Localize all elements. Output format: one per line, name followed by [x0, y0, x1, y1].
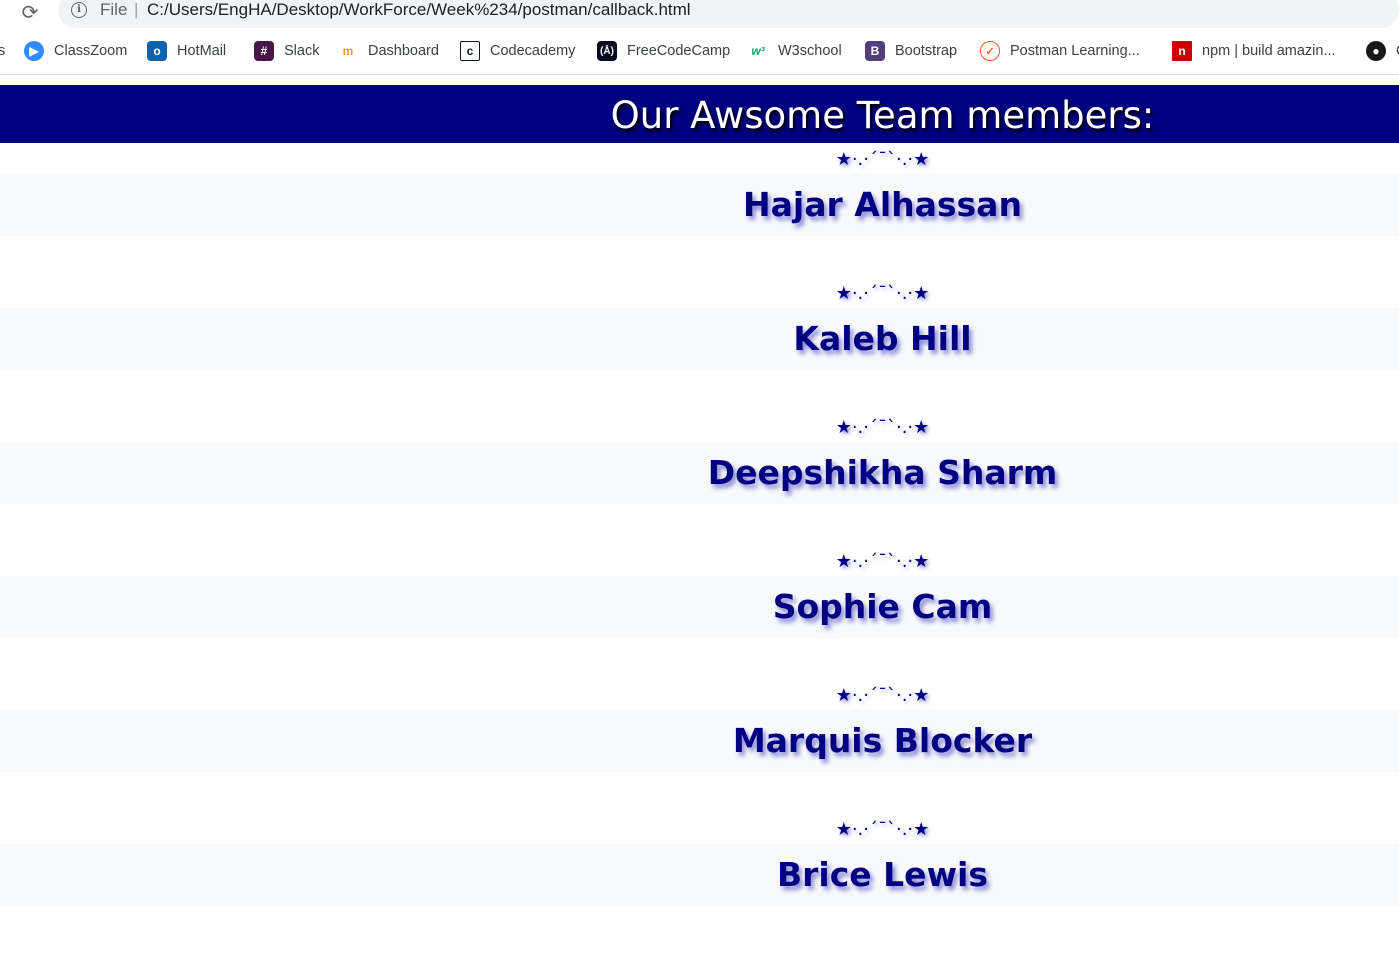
bookmark-label: npm | build amazin...: [1202, 43, 1336, 59]
bookmark-postman[interactable]: ✓ Postman Learning...: [980, 40, 1140, 62]
member-row: Brice Lewis: [0, 844, 1399, 906]
bookmark-w3school[interactable]: w³ W3school: [748, 40, 842, 62]
github-icon: ●: [1366, 41, 1386, 61]
star-divider: ★·.·´¯`·.·★: [835, 283, 930, 304]
bookmark-bootstrap[interactable]: B Bootstrap: [865, 40, 957, 62]
freecodecamp-icon: (Å): [597, 41, 617, 61]
star-divider: ★·.·´¯`·.·★: [835, 417, 930, 438]
bookmark-codecademy[interactable]: c Codecademy: [460, 40, 575, 62]
npm-icon: n: [1172, 41, 1192, 61]
team-header: Our Awsome Team members:: [0, 85, 1399, 143]
bookmark-partial[interactable]: s: [0, 40, 5, 62]
bookmarks-bar: s ▶ ClassZoom o HotMail # Slack m Dashbo…: [0, 28, 1399, 75]
info-icon[interactable]: i: [71, 2, 87, 18]
star-divider: ★·.·´¯`·.·★: [835, 685, 930, 706]
bookmark-dashboard[interactable]: m Dashboard: [338, 40, 439, 62]
outlook-icon: o: [147, 41, 167, 61]
bootstrap-icon: B: [865, 41, 885, 61]
codecademy-icon: c: [460, 41, 480, 61]
star-divider: ★·.·´¯`·.·★: [835, 551, 930, 572]
member-name: Kaleb Hill: [793, 319, 972, 358]
bookmark-classzoom[interactable]: ▶ ClassZoom: [24, 40, 127, 62]
bookmark-label: HotMail: [177, 43, 227, 59]
member-row: Deepshikha Sharm: [0, 442, 1399, 504]
bookmark-label: Bootstrap: [895, 43, 958, 59]
member-name: Sophie Cam: [772, 587, 993, 626]
member-name: Marquis Blocker: [732, 721, 1033, 760]
bookmark-github[interactable]: ● C: [1366, 40, 1399, 62]
star-divider: ★·.·´¯`·.·★: [835, 149, 930, 170]
member-row: Marquis Blocker: [0, 710, 1399, 772]
member-name: Deepshikha Sharm: [707, 453, 1058, 492]
star-divider: ★·.·´¯`·.·★: [835, 819, 930, 840]
reload-icon[interactable]: ⟳: [17, 1, 43, 23]
bookmark-label: Slack: [284, 43, 320, 59]
member-row: Sophie Cam: [0, 576, 1399, 638]
scheme-label: File: [100, 0, 128, 19]
bookmark-label: s: [0, 43, 5, 59]
postman-icon: ✓: [980, 41, 1000, 61]
bookmark-label: ClassZoom: [54, 43, 128, 59]
member-row: Kaleb Hill: [0, 308, 1399, 370]
dashboard-icon: m: [342, 44, 354, 58]
member-name: Brice Lewis: [776, 855, 989, 894]
page-title: Our Awsome Team members:: [610, 94, 1155, 137]
bookmark-hotmail[interactable]: o HotMail: [147, 40, 226, 62]
bookmark-label: Codecademy: [490, 43, 576, 59]
address-bar-area: ⟳ i File | C:/Users/EngHA/Desktop/WorkFo…: [0, 0, 1399, 28]
zoom-icon: ▶: [24, 41, 44, 61]
bookmark-label: FreeCodeCamp: [627, 43, 731, 59]
bookmark-label: Postman Learning...: [1010, 43, 1140, 59]
bookmark-slack[interactable]: # Slack: [254, 40, 319, 62]
slack-icon: #: [254, 41, 274, 61]
url-text[interactable]: C:/Users/EngHA/Desktop/WorkForce/Week%23…: [147, 0, 691, 20]
scheme-separator: |: [134, 0, 139, 19]
w3schools-icon: w³: [751, 44, 765, 58]
member-name: Hajar Alhassan: [743, 185, 1022, 224]
bookmark-label: W3school: [778, 43, 842, 59]
bookmark-npm[interactable]: n npm | build amazin...: [1172, 40, 1336, 62]
bookmark-label: Dashboard: [368, 43, 439, 59]
bookmark-freecodecamp[interactable]: (Å) FreeCodeCamp: [597, 40, 730, 62]
member-row: Hajar Alhassan: [0, 174, 1399, 236]
